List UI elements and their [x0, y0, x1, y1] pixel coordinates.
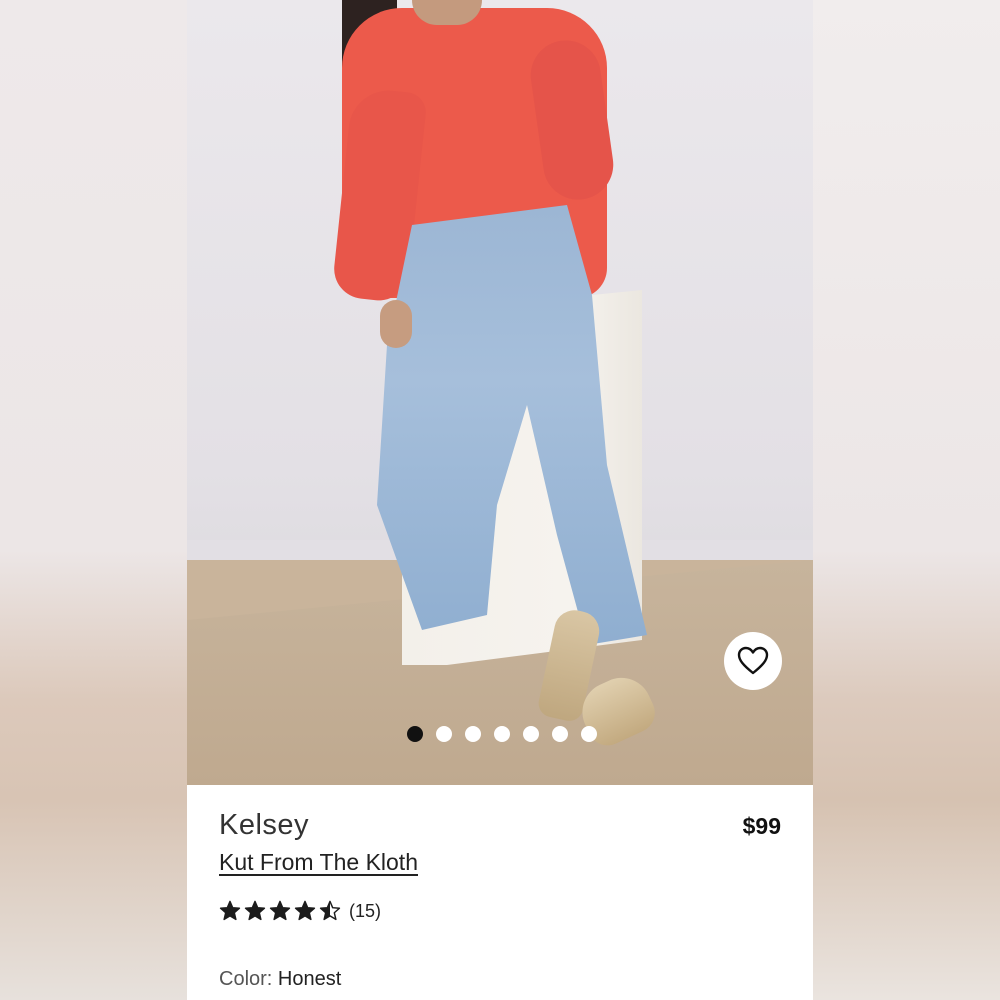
carousel-dot[interactable] — [436, 726, 452, 742]
carousel-pagination — [407, 726, 597, 742]
product-price: $99 — [742, 813, 781, 839]
carousel-dot[interactable] — [465, 726, 481, 742]
background-left-blur — [0, 0, 187, 1000]
product-image-carousel[interactable] — [187, 0, 813, 785]
rating-row[interactable]: (15) — [219, 900, 381, 922]
color-selection: Color: Honest — [219, 968, 341, 991]
brand-link[interactable]: Kut From The Kloth — [219, 849, 418, 876]
carousel-dot[interactable] — [581, 726, 597, 742]
product-screen: Kelsey $99 Kut From The Kloth (15) Color… — [187, 0, 813, 1000]
star-half-icon — [319, 900, 341, 921]
background-right-blur — [813, 0, 1000, 1000]
carousel-dot[interactable] — [494, 726, 510, 742]
review-count: (15) — [349, 900, 382, 921]
color-label: Color: — [219, 968, 273, 990]
product-info: Kelsey $99 Kut From The Kloth (15) Color… — [187, 785, 813, 1000]
carousel-dot[interactable] — [523, 726, 539, 742]
heart-outline-icon — [737, 646, 769, 675]
star-filled-icon — [269, 900, 291, 921]
color-value: Honest — [277, 968, 342, 990]
rating-stars — [219, 900, 341, 922]
product-style-name: Kelsey — [219, 809, 310, 841]
carousel-dot[interactable] — [407, 726, 423, 742]
star-filled-icon — [244, 900, 266, 921]
carousel-dot[interactable] — [552, 726, 568, 742]
model-hand — [380, 300, 412, 348]
favorite-button[interactable] — [724, 632, 782, 690]
star-filled-icon — [219, 900, 241, 921]
star-filled-icon — [294, 900, 316, 921]
